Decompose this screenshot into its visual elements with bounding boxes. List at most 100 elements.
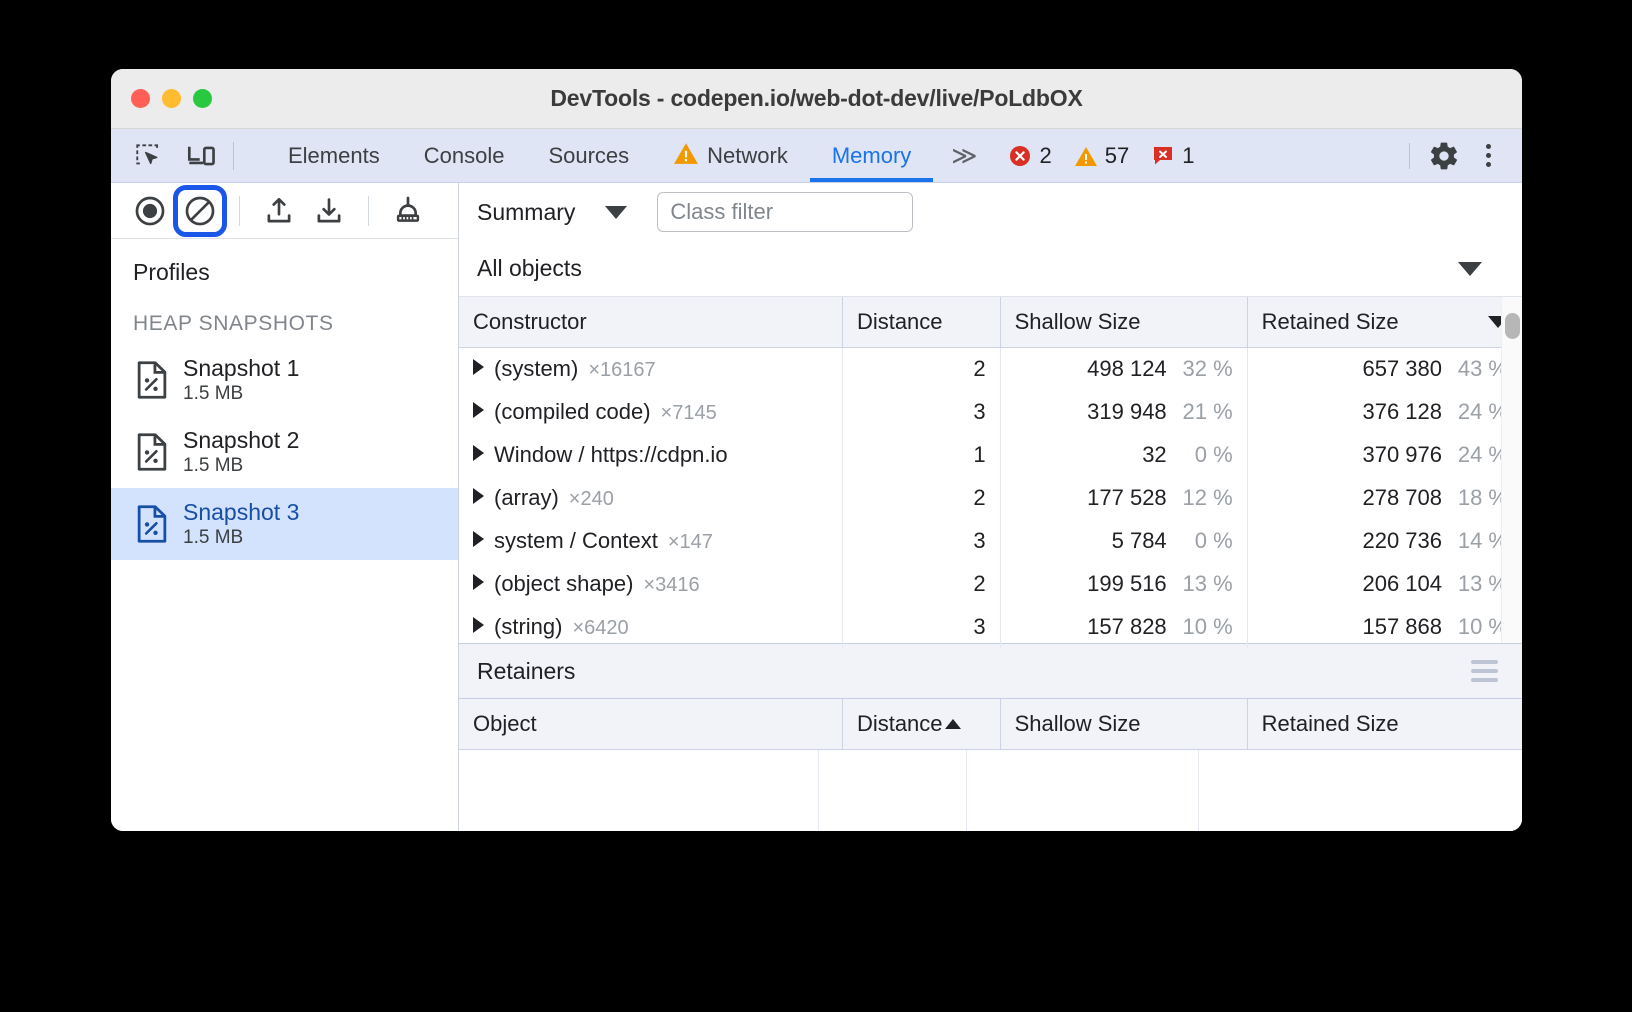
shallow-size-value: 157 828 [1087,614,1167,640]
tab-sources[interactable]: Sources [526,129,651,182]
inspect-element-icon[interactable] [131,139,165,173]
shallow-size-percent: 0 % [1167,442,1233,468]
table-row[interactable]: (object shape)×3416 2 199 51613 % 206 10… [459,562,1522,605]
tab-memory[interactable]: Memory [810,129,933,182]
error-counter[interactable]: 2 [1000,143,1059,169]
object-scope-select[interactable]: All objects [459,241,1522,297]
retained-size-value: 657 380 [1362,356,1442,382]
cell-constructor: (system)×16167 [459,347,842,390]
tab-elements[interactable]: Elements [266,129,402,182]
snapshot-size: 1.5 MB [183,383,299,405]
shallow-size-value: 32 [1142,442,1166,468]
column-header-retained-size[interactable]: Retained Size [1247,699,1522,749]
constructor-name: (string) [494,614,562,639]
retainers-table: Object Distance Shallow Size Retained Si… [459,699,1522,750]
record-heap-snapshot-button[interactable] [127,188,173,234]
tab-network[interactable]: Network [651,129,810,182]
profiles-toolbar [111,183,458,239]
class-filter-input[interactable] [657,192,913,232]
cell-distance: 3 [842,519,1000,562]
column-header-distance[interactable]: Distance [842,297,1000,347]
load-profile-button[interactable] [256,188,302,234]
view-mode-label: Summary [477,199,575,226]
snapshot-list: Snapshot 1 1.5 MB Snapshot 2 1.5 MB [111,344,458,560]
shallow-size-percent: 21 % [1167,399,1233,425]
close-window-button[interactable] [131,89,150,108]
hamburger-icon[interactable] [1471,660,1498,682]
retained-size-value: 220 736 [1362,528,1442,554]
retainers-header: Retainers [459,643,1522,699]
list-item[interactable]: Snapshot 1 1.5 MB [111,344,458,416]
cell-shallow-size: 319 94821 % [1000,390,1247,433]
list-item[interactable]: Snapshot 2 1.5 MB [111,416,458,488]
sort-ascending-icon [945,719,961,729]
profiles-heading: Profiles [111,239,458,286]
table-row[interactable]: (system)×16167 2 498 12432 % 657 38043 % [459,347,1522,390]
cell-shallow-size: 320 % [1000,433,1247,476]
chevron-down-icon [605,206,627,219]
heap-table-scrollbar[interactable] [1501,297,1522,643]
cell-constructor: Window / https://cdpn.io [459,433,842,476]
panel-body: Profiles HEAP SNAPSHOTS Snapshot 1 1.5 M… [111,183,1522,831]
table-header-row: Object Distance Shallow Size Retained Si… [459,699,1522,749]
column-header-constructor[interactable]: Constructor [459,297,842,347]
expand-triangle-icon[interactable] [473,617,484,633]
tab-label: Memory [832,143,911,169]
cell-retained-size: 157 86810 % [1247,605,1522,648]
warning-triangle-icon [1074,144,1098,168]
cell-retained-size: 278 70818 % [1247,476,1522,519]
error-count: 2 [1039,143,1051,169]
more-options-menu-icon[interactable] [1468,136,1508,176]
object-count: ×6420 [572,617,628,639]
issue-counter[interactable]: 1 [1143,143,1202,169]
table-row[interactable]: (string)×6420 3 157 82810 % 157 86810 % [459,605,1522,648]
column-header-shallow-size[interactable]: Shallow Size [1000,699,1247,749]
retained-size-value: 278 708 [1362,485,1442,511]
save-profile-button[interactable] [306,188,352,234]
expand-triangle-icon[interactable] [473,402,484,418]
view-mode-select[interactable]: Summary [477,199,631,226]
device-toolbar-icon[interactable] [185,139,219,173]
table-row[interactable]: Window / https://cdpn.io 1 320 % 370 976… [459,433,1522,476]
snapshot-name: Snapshot 1 [183,355,299,381]
shallow-size-value: 199 516 [1087,571,1167,597]
expand-triangle-icon[interactable] [473,359,484,375]
table-row[interactable]: system / Context×147 3 5 7840 % 220 7361… [459,519,1522,562]
cell-distance: 3 [842,390,1000,433]
minimize-window-button[interactable] [162,89,181,108]
retained-size-percent: 13 % [1442,571,1508,597]
issue-counters: 2 57 1 [1000,143,1202,169]
retained-size-percent: 18 % [1442,485,1508,511]
expand-triangle-icon[interactable] [473,488,484,504]
constructor-name: (compiled code) [494,399,651,424]
shallow-size-value: 177 528 [1087,485,1167,511]
column-header-distance[interactable]: Distance [842,699,1000,749]
column-header-label: Retained Size [1262,309,1399,335]
warning-counter[interactable]: 57 [1066,143,1137,169]
column-header-object[interactable]: Object [459,699,842,749]
cell-distance: 2 [842,347,1000,390]
table-row[interactable]: (array)×240 2 177 52812 % 278 70818 % [459,476,1522,519]
maximize-window-button[interactable] [193,89,212,108]
issue-bubble-icon [1151,144,1175,168]
expand-triangle-icon[interactable] [473,531,484,547]
column-header-retained-size[interactable]: Retained Size [1247,297,1522,347]
column-header-shallow-size[interactable]: Shallow Size [1000,297,1247,347]
more-tabs-icon[interactable]: ≫ [933,141,992,171]
collect-garbage-button[interactable] [385,188,431,234]
devtools-window: DevTools - codepen.io/web-dot-dev/live/P… [111,69,1522,831]
cell-shallow-size: 157 82810 % [1000,605,1247,648]
object-scope-label: All objects [477,255,582,282]
expand-triangle-icon[interactable] [473,574,484,590]
list-item[interactable]: Snapshot 3 1.5 MB [111,488,458,560]
settings-gear-icon[interactable] [1424,136,1464,176]
scrollbar-thumb[interactable] [1505,313,1520,339]
tab-label: Sources [548,143,629,169]
devtools-tabstrip: Elements Console Sources Network Memory … [111,129,1522,183]
expand-triangle-icon[interactable] [473,445,484,461]
tabstrip-right-tools [1399,136,1508,176]
shallow-size-value: 319 948 [1087,399,1167,425]
clear-all-profiles-button[interactable] [177,188,223,234]
table-row[interactable]: (compiled code)×7145 3 319 94821 % 376 1… [459,390,1522,433]
tab-console[interactable]: Console [402,129,527,182]
